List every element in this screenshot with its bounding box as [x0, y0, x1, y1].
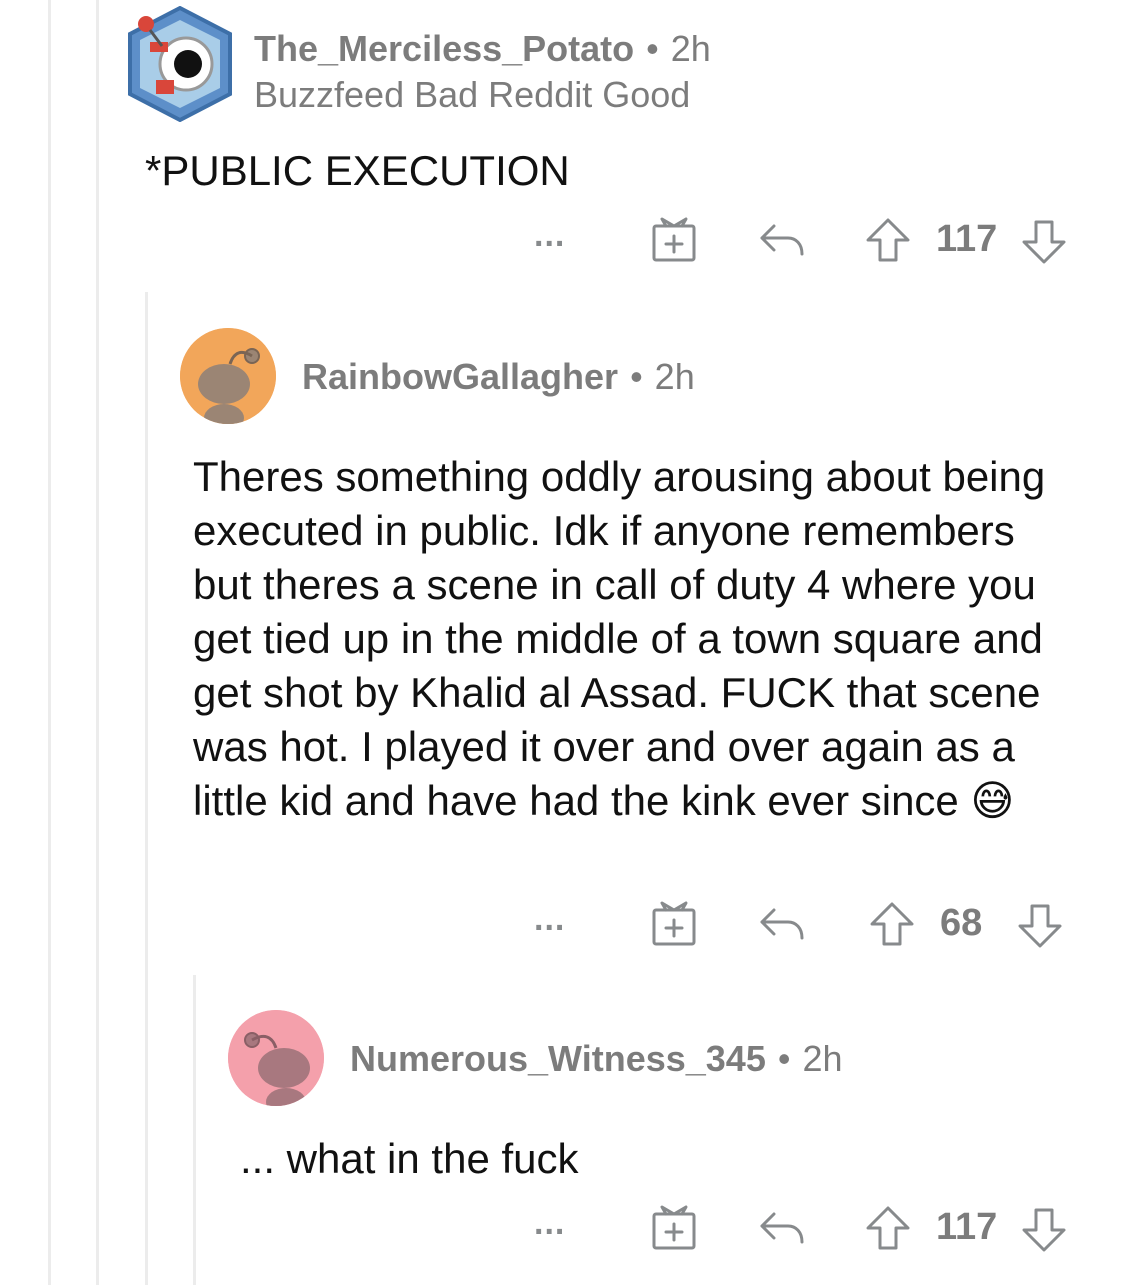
separator: • — [630, 356, 643, 397]
separator: • — [646, 28, 659, 69]
separator: • — [777, 1038, 791, 1079]
comment-actions: ... 68 — [530, 892, 1090, 952]
upvote-icon[interactable] — [864, 216, 912, 264]
reply-icon[interactable] — [758, 220, 806, 260]
comment-actions: ... 117 — [530, 208, 1090, 268]
upvote-icon[interactable] — [864, 1204, 912, 1252]
downvote-icon[interactable] — [1016, 902, 1064, 950]
comment-meta: RainbowGallagher • 2h — [302, 356, 695, 398]
thread-line-level3[interactable] — [193, 975, 196, 1285]
award-icon[interactable] — [650, 1204, 698, 1252]
vote-count: 117 — [936, 218, 998, 260]
timestamp: 2h — [802, 1038, 843, 1079]
award-icon[interactable] — [650, 900, 698, 948]
timestamp: 2h — [654, 356, 695, 397]
reply-icon[interactable] — [758, 1208, 806, 1248]
thread-line-level2[interactable] — [145, 292, 148, 1285]
username[interactable]: The_Merciless_Potato — [254, 28, 634, 69]
upvote-icon[interactable] — [868, 900, 916, 948]
vote-count: 117 — [936, 1206, 998, 1248]
snoo-avatar-icon — [180, 328, 276, 424]
robot-avatar-icon — [128, 6, 232, 122]
avatar[interactable] — [228, 1010, 324, 1106]
timestamp: 2h — [670, 28, 711, 69]
comment-actions: ... 117 — [530, 1196, 1090, 1256]
award-icon[interactable] — [650, 216, 698, 264]
more-options-button[interactable]: ... — [534, 900, 565, 939]
snoo-avatar-icon — [228, 1010, 324, 1106]
comment-body: ... what in the fuck — [240, 1135, 579, 1182]
more-options-button[interactable]: ... — [534, 216, 565, 255]
avatar[interactable] — [126, 6, 234, 122]
comment-body: *PUBLIC EXECUTION — [145, 147, 570, 194]
username[interactable]: Numerous_Witness_345 — [350, 1038, 766, 1079]
avatar[interactable] — [180, 328, 276, 424]
thread-line-root[interactable] — [48, 0, 51, 1285]
thread-line-level1[interactable] — [96, 0, 99, 1285]
user-flair: Buzzfeed Bad Reddit Good — [254, 74, 691, 115]
comment-body-text: Theres something oddly arousing about be… — [193, 453, 1046, 824]
comment-meta: Numerous_Witness_345 • 2h — [350, 1038, 843, 1080]
username[interactable]: RainbowGallagher — [302, 356, 618, 397]
vote-count: 68 — [940, 902, 983, 944]
comment-body: Theres something oddly arousing about be… — [193, 450, 1073, 828]
downvote-icon[interactable] — [1020, 1206, 1068, 1254]
reply-icon[interactable] — [758, 904, 806, 944]
comment-meta: The_Merciless_Potato • 2h — [254, 28, 711, 70]
sweat-smile-emoji: 😅 — [970, 776, 1015, 825]
more-options-button[interactable]: ... — [534, 1204, 565, 1243]
downvote-icon[interactable] — [1020, 218, 1068, 266]
